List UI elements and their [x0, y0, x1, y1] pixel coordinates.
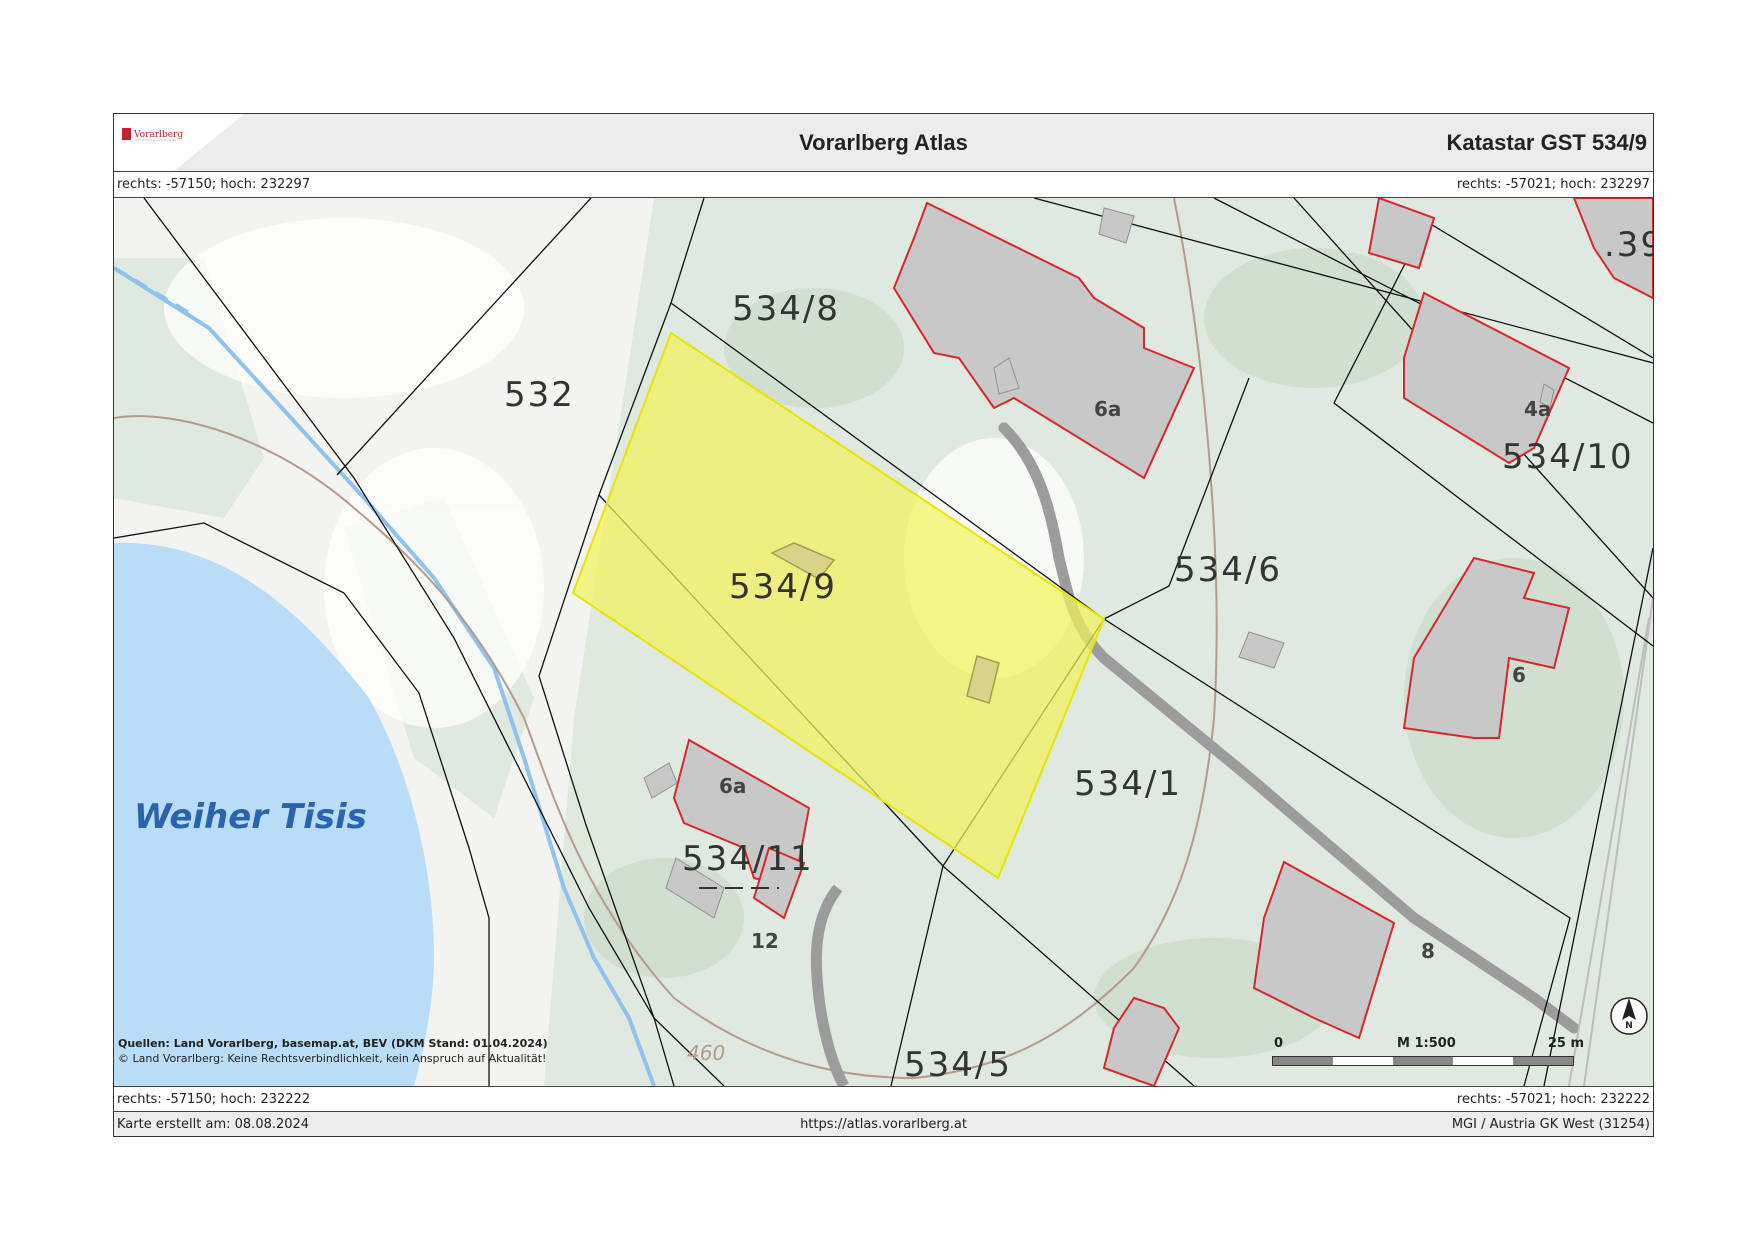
house-number-6a-lower: 6a	[719, 774, 746, 798]
north-arrow-icon: N	[1610, 997, 1648, 1035]
cadastral-map[interactable]: 534/8 532 534/9 534/6 534/10 534/1 534/1…	[114, 198, 1653, 1086]
parcel-label-534-6: 534/6	[1174, 550, 1282, 590]
sources-note: Quellen: Land Vorarlberg, basemap.at, BE…	[118, 1036, 548, 1066]
map-canvas: 534/8 532 534/9 534/6 534/10 534/1 534/1…	[114, 198, 1653, 1086]
coord-bottom-left: rechts: -57150; hoch: 232222	[117, 1092, 311, 1107]
sources-line-2: © Land Vorarlberg: Keine Rechtsverbindli…	[118, 1052, 547, 1065]
coord-bottom-right: rechts: -57021; hoch: 232222	[1456, 1092, 1650, 1107]
parcel-label-39: .39	[1604, 225, 1653, 265]
coord-top-right: rechts: -57021; hoch: 232297	[1456, 177, 1650, 192]
contour-label: 460	[687, 1041, 725, 1065]
house-number-12: 12	[751, 929, 779, 953]
house-number-6: 6	[1512, 663, 1526, 687]
parcel-label-534-5: 534/5	[904, 1045, 1012, 1085]
header: Vorarlberg Vorarlberg Atlas Katastar GST…	[114, 114, 1653, 172]
parcel-label-534-11: 534/11	[682, 839, 814, 879]
sources-line-1: Quellen: Land Vorarlberg, basemap.at, BE…	[118, 1037, 548, 1050]
scale-start: 0	[1274, 1036, 1284, 1051]
parcel-title: Katastar GST 534/9	[1446, 130, 1647, 155]
house-number-6a: 6a	[1094, 397, 1121, 421]
parcel-label-534-8: 534/8	[732, 289, 840, 329]
svg-text:N: N	[1625, 1021, 1633, 1031]
coordinates-top: rechts: -57150; hoch: 232297 rechts: -57…	[114, 172, 1653, 198]
coordinates-bottom: rechts: -57150; hoch: 232222 rechts: -57…	[114, 1086, 1653, 1112]
house-number-8: 8	[1421, 939, 1435, 963]
parcel-label-534-1: 534/1	[1074, 764, 1182, 804]
coord-top-left: rechts: -57150; hoch: 232297	[117, 177, 311, 192]
scale-end: 25 m	[1547, 1036, 1584, 1051]
scale-bar: 0 M 1:500 25 m	[1272, 1034, 1584, 1074]
house-number-4a: 4a	[1524, 397, 1551, 421]
coordinate-system: MGI / Austria GK West (31254)	[1451, 1117, 1650, 1132]
page-title: Vorarlberg Atlas	[799, 130, 968, 155]
atlas-url-link[interactable]: https://atlas.vorarlberg.at	[114, 1117, 1653, 1132]
parcel-label-532: 532	[504, 375, 575, 415]
parcel-label-534-10: 534/10	[1502, 437, 1634, 477]
map-sheet: Vorarlberg Vorarlberg Atlas Katastar GST…	[113, 113, 1654, 1137]
scale-ratio: M 1:500	[1397, 1036, 1456, 1051]
footer: Karte erstellt am: 08.08.2024 https://at…	[114, 1112, 1653, 1136]
water-label: Weiher Tisis	[134, 797, 367, 837]
parcel-label-534-9: 534/9	[729, 567, 837, 607]
